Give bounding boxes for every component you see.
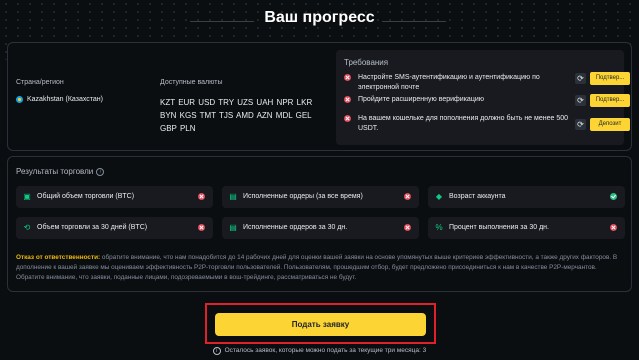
verify-sms-button[interactable]: Подтвер... (590, 72, 630, 85)
requirement-item: На вашем кошельке для пополнения должно … (344, 113, 630, 133)
x-icon (404, 193, 411, 200)
currencies-list: KZT EUR USD TRY UZS UAH NPR LKR BYN KGS … (160, 98, 313, 133)
requirement-text: Настройте SMS-аутентификацию и аутентифи… (358, 74, 540, 91)
x-icon (198, 224, 205, 231)
refresh-icon[interactable]: ⟳ (575, 73, 586, 84)
x-icon (344, 96, 351, 103)
trading-results-card: Результаты торговли i ▣ Общий объем торг… (7, 156, 632, 292)
x-icon (344, 74, 351, 81)
requirement-text: На вашем кошельке для пополнения должно … (358, 115, 569, 132)
refresh-icon[interactable]: ⟳ (575, 95, 586, 106)
metric-label: Процент выполнения за 30 дн. (449, 224, 549, 231)
metric-30d-volume: ⟲ Объем торговли за 30 дней (BTC) (16, 217, 213, 239)
requirement-text: Пройдите расширенную верификацию (358, 96, 484, 103)
metric-30d-completion: % Процент выполнения за 30 дн. (428, 217, 625, 239)
metric-30d-orders: ▤ Исполненные ордеров за 30 дн. (222, 217, 419, 239)
metric-label: Объем торговли за 30 дней (BTC) (37, 224, 148, 231)
x-icon (198, 193, 205, 200)
x-icon (344, 115, 351, 122)
requirement-item: Настройте SMS-аутентификацию и аутентифи… (344, 72, 630, 92)
deposit-button[interactable]: Депозит (590, 118, 630, 131)
region-label: Страна/регион (16, 79, 64, 86)
currencies-label: Доступные валюты (160, 79, 223, 86)
disclaimer-text: обратите внимание, что нам понадобится д… (16, 254, 618, 281)
requirement-item: Пройдите расширенную верификацию ⟳ Подтв… (344, 94, 630, 114)
requirements-panel: Требования Настройте SMS-аутентификацию … (336, 50, 630, 145)
check-icon (610, 193, 617, 200)
metric-label: Общий объем торговли (BTC) (37, 193, 135, 200)
refresh-icon: ⟲ (23, 223, 31, 232)
remaining-applications: i Осталось заявок, которые можно подать … (0, 347, 639, 355)
eligibility-card: Страна/регион Доступные валюты Kazakhsta… (7, 42, 632, 151)
document-icon: ▤ (229, 192, 237, 201)
metric-label: Исполненные ордеров за 30 дн. (243, 224, 348, 231)
metric-total-orders: ▤ Исполненные ордеры (за все время) (222, 186, 419, 208)
submit-application-button[interactable]: Подать заявку (215, 313, 426, 336)
region-value-text: Kazakhstan (Казахстан) (27, 96, 103, 103)
kazakhstan-flag-icon (16, 96, 23, 103)
verify-kyc-button[interactable]: Подтвер... (590, 94, 630, 107)
disclaimer: Отказ от ответственности: обратите внима… (16, 253, 622, 283)
refresh-icon[interactable]: ⟳ (575, 119, 586, 130)
x-icon (610, 224, 617, 231)
remaining-text: Осталось заявок, которые можно подать за… (224, 347, 427, 354)
trading-results-header: Результаты торговли i (16, 167, 105, 176)
page-title: Ваш прогресс (264, 9, 375, 26)
disclaimer-heading: Отказ от ответственности: (16, 254, 101, 261)
trading-results-title: Результаты торговли (16, 167, 94, 176)
diamond-icon: ◆ (435, 192, 443, 201)
requirements-title: Требования (344, 58, 389, 67)
metric-label: Исполненные ордеры (за все время) (243, 193, 363, 200)
metric-total-volume: ▣ Общий объем торговли (BTC) (16, 186, 213, 208)
x-icon (404, 224, 411, 231)
info-icon: i (212, 347, 221, 355)
region-value: Kazakhstan (Казахстан) (16, 96, 103, 103)
info-icon[interactable]: i (96, 167, 105, 176)
metric-account-age: ◆ Возраст аккаунта (428, 186, 625, 208)
percent-icon: % (435, 223, 443, 232)
wallet-icon: ▣ (23, 192, 31, 201)
document-icon: ▤ (229, 223, 237, 232)
metric-label: Возраст аккаунта (449, 193, 506, 200)
